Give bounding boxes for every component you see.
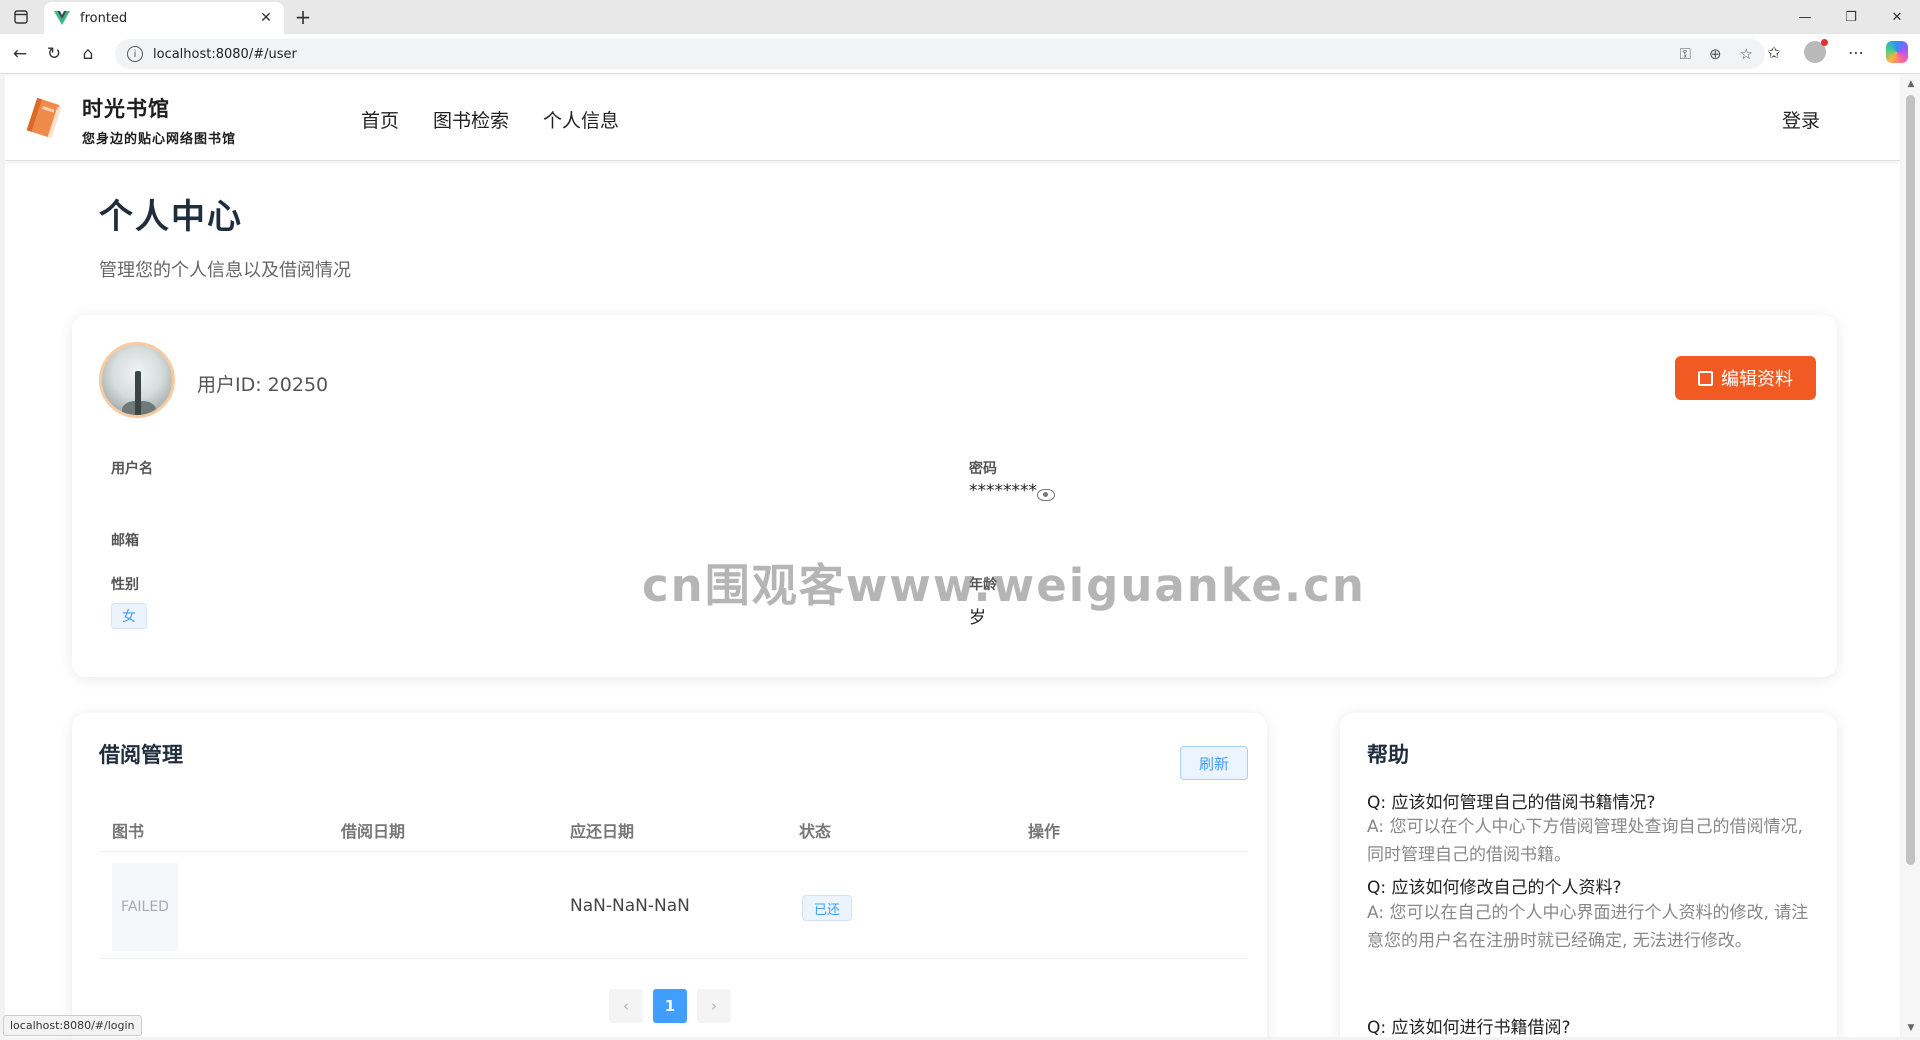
password-value: ******** [969, 481, 1037, 501]
column-due-date[interactable]: 应还日期 [570, 818, 634, 842]
edit-icon [1698, 370, 1713, 386]
status-bar-url: localhost:8080/#/login [3, 1015, 142, 1036]
edit-profile-label: 编辑资料 [1721, 369, 1793, 390]
main-nav: 首页 图书检索 个人信息 [361, 106, 619, 133]
column-book[interactable]: 图书 [112, 818, 144, 842]
username-label: 用户名 [111, 461, 153, 477]
gender-tag: 女 [111, 603, 147, 629]
scroll-down-icon[interactable]: ▼ [1906, 1023, 1916, 1033]
prev-page-button[interactable]: ‹ [609, 989, 643, 1023]
due-date-cell: NaN-NaN-NaN [570, 896, 690, 916]
help-card: 帮助 Q: 应该如何管理自己的借阅书籍情况? A: 您可以在个人中心下方借阅管理… [1340, 713, 1837, 1037]
browser-toolbar: ← ↻ ⌂ i localhost:8080/#/user ⚿ ⊕ ☆ ✩ ⋯ [0, 34, 1920, 74]
key-icon[interactable]: ⚿ [1680, 45, 1691, 63]
vue-favicon-icon [54, 10, 70, 26]
email-label: 邮箱 [111, 533, 139, 549]
browser-tabbar: fronted ✕ + — ❐ ✕ [0, 0, 1920, 34]
url-text[interactable]: localhost:8080/#/user [153, 47, 297, 62]
book-cover-failed: FAILED [112, 863, 178, 951]
help-title: 帮助 [1367, 743, 1409, 767]
user-avatar [99, 342, 175, 418]
site-info-icon[interactable]: i [127, 46, 143, 62]
nav-book-search[interactable]: 图书检索 [433, 106, 509, 133]
more-menu-icon[interactable]: ⋯ [1844, 40, 1868, 64]
new-tab-button[interactable]: + [292, 5, 314, 29]
show-password-icon[interactable] [1037, 489, 1055, 501]
watermark: cn围观客www.weiguanke.cn [642, 559, 1366, 612]
table-header-divider [99, 851, 1248, 852]
address-bar[interactable]: i localhost:8080/#/user ⚿ ⊕ ☆ [115, 39, 1765, 69]
scrollbar-thumb[interactable] [1906, 95, 1915, 865]
help-answer-1: A: 您可以在个人中心下方借阅管理处查询自己的借阅情况, 同时管理自己的借阅书籍… [1367, 817, 1803, 865]
password-label: 密码 [969, 461, 997, 477]
nav-profile[interactable]: 个人信息 [543, 106, 619, 133]
tab-title: fronted [80, 10, 128, 26]
borrow-management-card: 借阅管理 刷新 图书 借阅日期 应还日期 状态 操作 FAILED NaN-Na… [72, 713, 1267, 1037]
reload-icon[interactable]: ↻ [42, 42, 66, 66]
column-action[interactable]: 操作 [1028, 818, 1060, 842]
gender-label: 性别 [111, 577, 139, 593]
restore-button[interactable]: ❐ [1828, 0, 1874, 34]
page-scrollbar[interactable]: ▲ ▼ [1902, 75, 1920, 1037]
back-icon[interactable]: ← [8, 42, 32, 66]
pagination: ‹ 1 › [609, 989, 731, 1023]
close-window-button[interactable]: ✕ [1874, 0, 1920, 34]
profile-card: 用户ID: 20250 编辑资料 用户名 密码 ******** 邮箱 性别 女… [72, 315, 1837, 677]
help-question-3: Q: 应该如何进行书籍借阅? [1367, 1018, 1571, 1037]
minimize-button[interactable]: — [1782, 0, 1828, 34]
table-row-divider [99, 958, 1248, 959]
user-id: 用户ID: 20250 [197, 374, 329, 396]
site-header: 时光书馆 您身边的贴心网络图书馆 首页 图书检索 个人信息 登录 [5, 75, 1900, 161]
page-title: 个人中心 [99, 197, 243, 237]
scroll-up-icon[interactable]: ▲ [1906, 79, 1916, 89]
site-title: 时光书馆 [82, 97, 170, 121]
home-icon[interactable]: ⌂ [76, 42, 100, 66]
page-viewport: 时光书馆 您身边的贴心网络图书馆 首页 图书检索 个人信息 登录 个人中心 管理… [5, 75, 1900, 1037]
login-link[interactable]: 登录 [1782, 106, 1820, 133]
book-logo-icon [26, 97, 62, 139]
profile-avatar-icon[interactable] [1804, 39, 1828, 63]
refresh-button[interactable]: 刷新 [1180, 746, 1248, 780]
page-description: 管理您的个人信息以及借阅情况 [99, 260, 351, 281]
favorite-star-icon[interactable]: ☆ [1740, 45, 1753, 63]
tab-close-icon[interactable]: ✕ [258, 10, 274, 26]
borrow-title: 借阅管理 [99, 743, 183, 767]
browser-tab[interactable]: fronted ✕ [44, 2, 284, 34]
zoom-icon[interactable]: ⊕ [1709, 45, 1722, 63]
next-page-button[interactable]: › [697, 989, 731, 1023]
column-borrow-date[interactable]: 借阅日期 [341, 818, 405, 842]
page-1-button[interactable]: 1 [653, 989, 687, 1023]
favorites-icon[interactable]: ✩ [1762, 40, 1786, 64]
site-subtitle: 您身边的贴心网络图书馆 [82, 132, 237, 147]
edit-profile-button[interactable]: 编辑资料 [1675, 356, 1816, 400]
help-question-2: Q: 应该如何修改自己的个人资料? [1367, 878, 1622, 898]
help-answer-2: A: 您可以在自己的个人中心界面进行个人资料的修改, 请注意您的用户名在注册时就… [1367, 903, 1809, 951]
status-badge: 已还 [802, 895, 852, 921]
copilot-icon[interactable] [1886, 41, 1908, 63]
help-question-1: Q: 应该如何管理自己的借阅书籍情况? [1367, 793, 1656, 813]
column-status[interactable]: 状态 [799, 818, 831, 842]
tab-actions-icon[interactable] [12, 8, 30, 26]
nav-home[interactable]: 首页 [361, 106, 399, 133]
